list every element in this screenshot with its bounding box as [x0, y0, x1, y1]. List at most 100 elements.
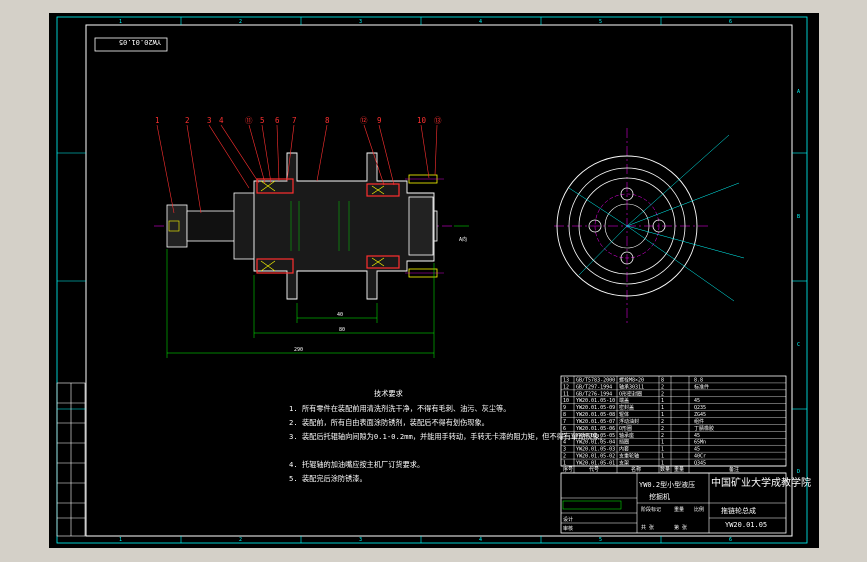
bom-cell: 65Mn [694, 440, 706, 446]
bom-cell: GB/T297-1994 [576, 384, 612, 390]
bom-cell: O形密封圈 [619, 390, 642, 397]
technical-notes: 技术要求 1. 所有零件在装配前用清洗剂洗干净，不得有毛刺、油污、灰尘等。 2.… [289, 389, 607, 483]
section-view-roller [154, 152, 454, 300]
bom-cell: 标准件 [694, 383, 709, 390]
zone-bottom-2: 2 [239, 537, 242, 543]
note-5: 5. 装配完后涂防锈漆。 [289, 474, 367, 483]
bom-cell: 11 [563, 391, 569, 397]
zone-bottom-1: 1 [119, 537, 122, 543]
bom-cell: 13 [563, 377, 569, 383]
bom-cell: 端盖 [619, 397, 629, 404]
bom-cell: 2 [563, 454, 566, 460]
leader-label-6: 6 [275, 116, 280, 125]
bom-header-no: 序号 [563, 466, 573, 473]
bom-cell: 密封盖 [619, 404, 634, 411]
rotated-drawing-number-box: YW20.01.05 [94, 37, 168, 52]
note-3: 3. 装配后托辊轴向间隙为0.1-0.2mm，并能用手转动，手转无卡滞的阻力矩，… [289, 432, 607, 441]
bom-cell: 轴承30311 [619, 383, 644, 390]
bom-cell: YW20.01.05-10 [576, 398, 615, 404]
leader-label-1: 1 [155, 116, 160, 125]
bom-cell: 1 [661, 454, 664, 460]
dimension-80: 80 [339, 327, 345, 333]
zone-right-c: C [797, 342, 800, 348]
bom-cell: YW20.01.05-07 [576, 419, 615, 425]
bom-cell: 45 [694, 398, 700, 404]
dimension-290: 290 [294, 347, 303, 353]
bom-cell: 45 [694, 433, 700, 439]
zone-top-4: 4 [479, 19, 482, 25]
end-view [554, 128, 745, 323]
bom-cell: 2 [661, 433, 664, 439]
leader-label-9: 9 [377, 116, 382, 125]
notes-title: 技术要求 [374, 389, 403, 398]
bom-cell: 1 [661, 398, 664, 404]
bom-cell: 1 [661, 440, 664, 446]
bom-cell: YW20.01.05-08 [576, 412, 615, 418]
zone-top-1: 1 [119, 19, 122, 25]
bom-cell: 7 [563, 419, 566, 425]
drawing-number: YW20.01.05 [725, 521, 767, 529]
bom-cell: 1 [661, 405, 664, 411]
leader-label-2: 2 [185, 116, 190, 125]
view-direction-label: A向 [459, 236, 467, 243]
zone-bottom-6: 6 [729, 537, 732, 543]
bom-cell: YW20.01.05-03 [576, 447, 615, 453]
left-binding-stamps [56, 382, 86, 537]
zone-top-2: 2 [239, 19, 242, 25]
bom-cell: GB/T5783-2000 [576, 377, 615, 383]
cad-drawing-viewport[interactable]: 1 2 3 4 5 6 1 2 3 4 5 6 A B C D YW20.01.… [49, 13, 819, 548]
leader-label-7: 7 [292, 116, 297, 125]
bom-cell: 9 [563, 405, 566, 411]
inner-border [85, 24, 793, 537]
bom-cell: 5 [563, 433, 566, 439]
title-line-1: YW0.2型小型液压 [639, 480, 695, 489]
zone-right-b: B [797, 214, 800, 220]
drawing-sheet: 1 2 3 4 5 6 1 2 3 4 5 6 A B C D YW20.01.… [56, 16, 811, 544]
label-scale: 比例 [694, 506, 704, 513]
bom-cell: 12 [563, 384, 569, 390]
rotated-drawing-number: YW20.01.05 [119, 38, 161, 46]
zone-top-5: 5 [599, 19, 602, 25]
bom-cell: 6 [563, 426, 566, 432]
label-sheets-total: 共 张 [641, 524, 654, 531]
label-sheet-no: 第 张 [674, 524, 687, 531]
zone-top-3: 3 [359, 19, 362, 25]
label-design: 设计 [563, 516, 573, 523]
bom-cell: Q235 [694, 405, 706, 411]
leader-label-12: ⑫ [360, 116, 368, 125]
bom-cell: 45 [694, 447, 700, 453]
bom-cell: YW20.01.05-09 [576, 405, 615, 411]
bom-cell: 浮动油封 [619, 418, 639, 425]
school-name: 中国矿业大学成教学院 [711, 476, 811, 489]
bom-cell: 8 [563, 412, 566, 418]
bom-cell: 轴承座 [619, 432, 634, 439]
bom-cell: 8.8 [694, 377, 703, 383]
zone-right-a: A [797, 89, 800, 95]
zone-bottom-4: 4 [479, 537, 482, 543]
title-line-2: 挖掘机 [649, 492, 670, 501]
bom-cell: YW20.01.05-06 [576, 426, 615, 432]
bom-cell: 丁腈橡胶 [694, 425, 714, 432]
zone-bottom-5: 5 [599, 537, 602, 543]
bom-header-code: 代号 [589, 466, 599, 473]
leader-label-8: 8 [325, 116, 330, 125]
bom-cell: 支架 [619, 460, 629, 467]
note-4: 4. 托辊轴的加油嘴应按主机厂订货要求。 [289, 460, 424, 469]
bom-table: 13 GB/T5783-2000 螺栓M8×20 8 8.812 GB/T297-1994… [560, 375, 787, 474]
bom-cell: ZG45 [694, 412, 706, 418]
bom-cell: GB/T276-1994 [576, 391, 612, 397]
zone-top-6: 6 [729, 19, 732, 25]
bom-cell: 8 [661, 377, 664, 383]
bom-cell: 1 [661, 447, 664, 453]
zone-right-d: D [797, 469, 800, 475]
leader-label-10: 10 [417, 116, 427, 125]
bom-cell: YW20.01.05-02 [576, 454, 615, 460]
label-weight: 重量 [674, 506, 684, 513]
note-2: 2. 装配前，所有自由表面涂防锈剂，装配后不得有划伤现象。 [289, 418, 489, 427]
bom-cell: 组件 [694, 418, 704, 425]
bom-header-remark: 备注 [729, 466, 739, 473]
label-stage: 阶段标记 [641, 506, 661, 513]
bom-header-qty: 数量 [660, 466, 670, 473]
bom-cell: 支重轮轴 [619, 453, 639, 460]
bom-cell: 内套 [619, 446, 629, 453]
